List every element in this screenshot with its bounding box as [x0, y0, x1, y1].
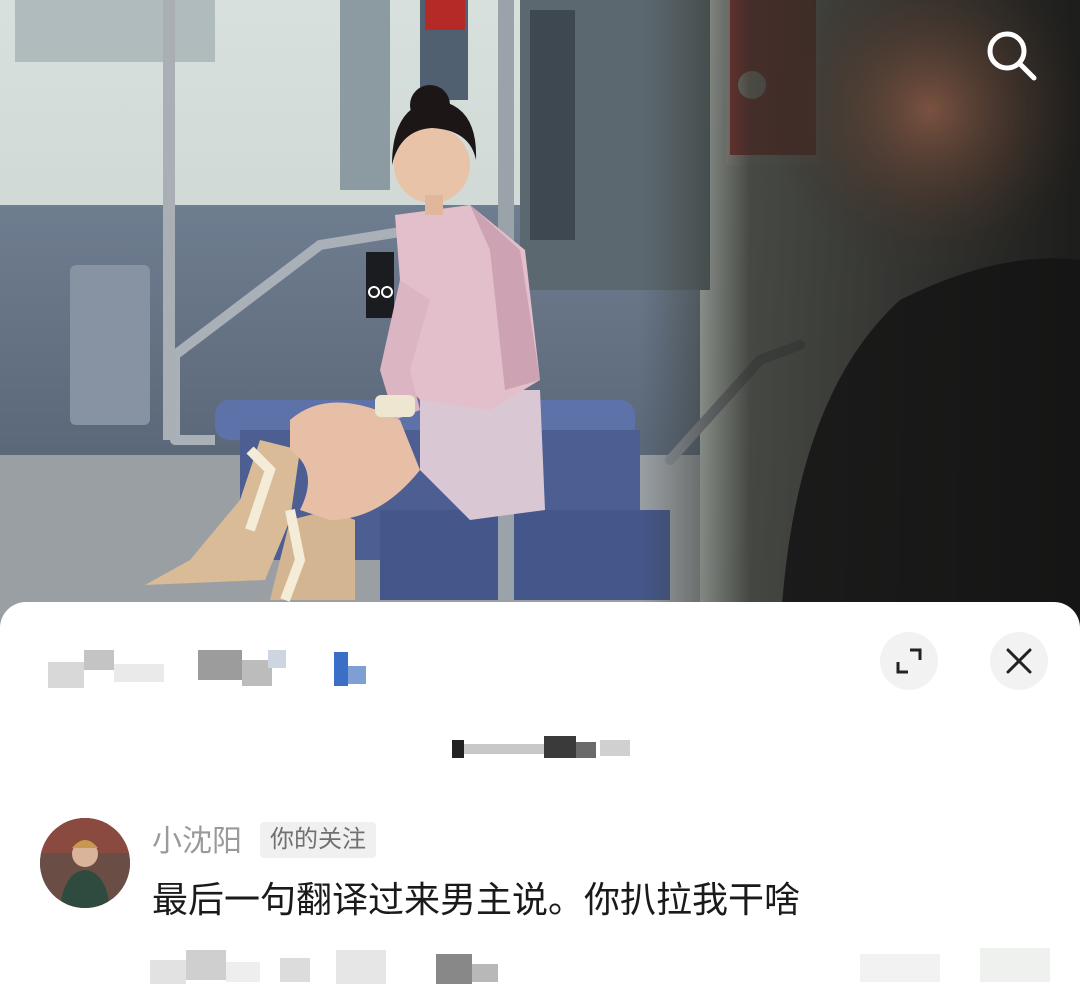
- comment-username[interactable]: 小沈阳: [152, 824, 242, 860]
- avatar[interactable]: [40, 818, 130, 908]
- subway-scene-image: [0, 0, 1080, 640]
- search-icon: [987, 31, 1037, 81]
- post-photo[interactable]: [0, 0, 1080, 640]
- obscured-header-text: [48, 650, 378, 690]
- avatar-image: [40, 818, 130, 908]
- comment-text: 最后一句翻译过来男主说。你扒拉我干啥: [152, 879, 801, 920]
- obscured-comment-meta: [150, 950, 510, 990]
- close-icon: [1006, 648, 1032, 674]
- expand-icon: [896, 648, 922, 674]
- comment-sheet: 小沈阳 你的关注 最后一句翻译过来男主说。你扒拉我干啥: [0, 602, 1080, 1008]
- obscured-like-area: [840, 938, 1060, 988]
- search-button[interactable]: [982, 26, 1042, 86]
- following-badge: 你的关注: [260, 822, 376, 858]
- close-button[interactable]: [990, 632, 1048, 690]
- obscured-caption: [452, 736, 632, 762]
- expand-button[interactable]: [880, 632, 938, 690]
